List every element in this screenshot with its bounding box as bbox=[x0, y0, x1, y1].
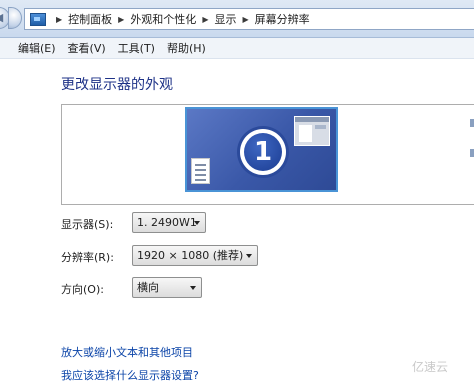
window-icon bbox=[294, 116, 330, 146]
chevron-down-icon bbox=[246, 254, 252, 258]
preview-control-icon bbox=[470, 149, 474, 157]
chevron-right-icon: ▶ bbox=[56, 14, 63, 24]
preview-control-icon bbox=[470, 119, 474, 127]
document-icon bbox=[191, 158, 210, 184]
breadcrumb-appearance[interactable]: 外观和个性化 bbox=[130, 11, 196, 27]
breadcrumb-screen-resolution[interactable]: 屏幕分辨率 bbox=[255, 11, 310, 27]
display-select[interactable]: 1. 2490W1 bbox=[132, 212, 206, 233]
chevron-right-icon: ▶ bbox=[118, 14, 125, 24]
text-size-link[interactable]: 放大或缩小文本和其他项目 bbox=[61, 344, 193, 360]
orientation-label: 方向(O): bbox=[61, 283, 104, 296]
breadcrumb-control-panel[interactable]: 控制面板 bbox=[68, 11, 112, 27]
chevron-right-icon: ▶ bbox=[242, 14, 249, 24]
chevron-down-icon bbox=[190, 286, 196, 290]
menu-help[interactable]: 帮助(H) bbox=[161, 40, 212, 56]
menu-edit[interactable]: 编辑(E) bbox=[0, 40, 62, 56]
monitor-number-badge: 1 bbox=[240, 129, 286, 175]
forward-button[interactable] bbox=[8, 7, 22, 29]
resolution-label: 分辨率(R): bbox=[61, 251, 114, 264]
menu-bar: 编辑(E) 查看(V) 工具(T) 帮助(H) bbox=[0, 38, 474, 59]
resolution-select[interactable]: 1920 × 1080 (推荐) bbox=[132, 245, 258, 266]
menu-view[interactable]: 查看(V) bbox=[62, 40, 112, 56]
watermark-logo: 亿速云 bbox=[412, 360, 449, 374]
resolution-select-value: 1920 × 1080 (推荐) bbox=[137, 249, 244, 262]
page-title: 更改显示器的外观 bbox=[61, 77, 173, 93]
orientation-select-value: 横向 bbox=[137, 281, 159, 294]
control-panel-icon bbox=[30, 12, 46, 26]
monitor-thumbnail[interactable]: 1 bbox=[185, 107, 338, 192]
breadcrumb-display[interactable]: 显示 bbox=[214, 11, 236, 27]
orientation-select[interactable]: 横向 bbox=[132, 277, 202, 298]
menu-tools[interactable]: 工具(T) bbox=[112, 40, 161, 56]
chevron-down-icon bbox=[194, 221, 200, 225]
monitor-number: 1 bbox=[244, 133, 282, 171]
display-select-value: 1. 2490W1 bbox=[137, 216, 197, 229]
address-field[interactable]: ▶ 控制面板 ▶ 外观和个性化 ▶ 显示 ▶ 屏幕分辨率 bbox=[24, 8, 474, 30]
display-settings-help-link[interactable]: 我应该选择什么显示器设置? bbox=[61, 367, 199, 383]
chevron-right-icon: ▶ bbox=[202, 14, 209, 24]
display-label: 显示器(S): bbox=[61, 218, 114, 231]
address-bar: ◀ ▶ 控制面板 ▶ 外观和个性化 ▶ 显示 ▶ 屏幕分辨率 bbox=[0, 0, 474, 38]
